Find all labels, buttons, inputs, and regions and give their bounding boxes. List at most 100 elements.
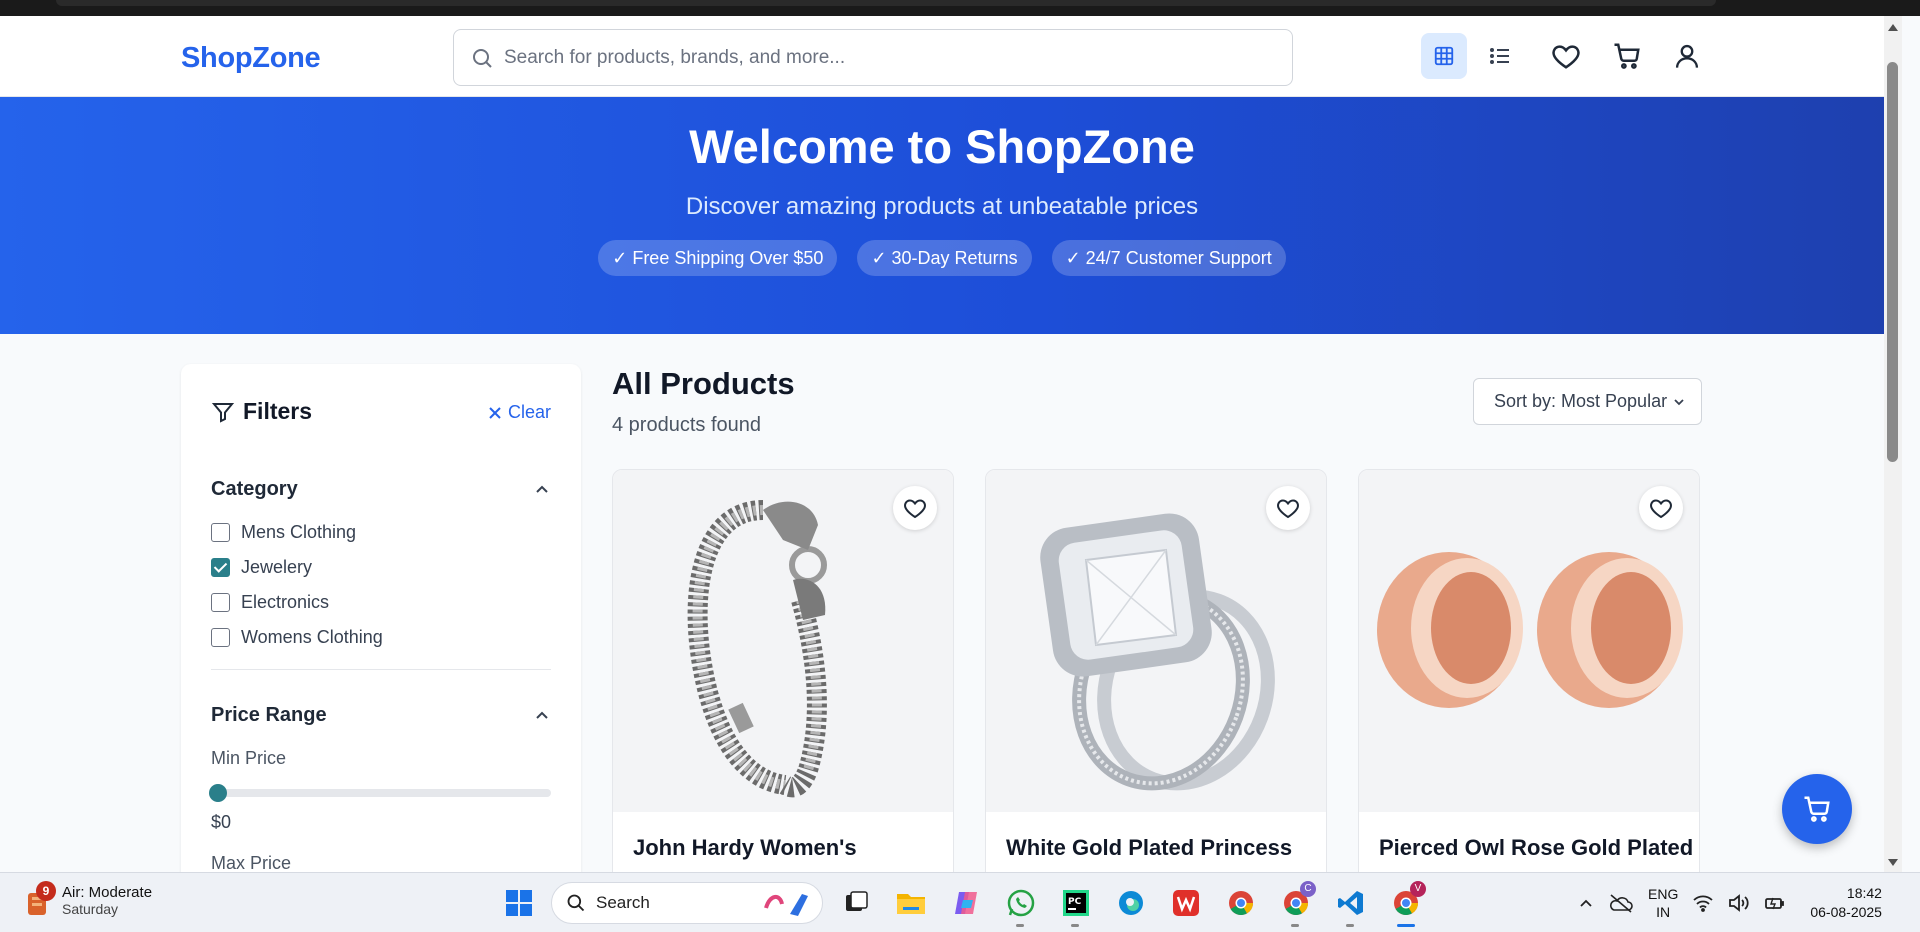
file-explorer-app[interactable] (888, 881, 933, 925)
vscode-app[interactable] (1328, 881, 1373, 927)
profile-badge: V (1410, 881, 1426, 897)
category-option-jewelery[interactable]: Jewelery (211, 557, 312, 578)
windows-taskbar: 9 Air: Moderate Saturday Search PC C V E… (0, 872, 1920, 932)
running-indicator (1071, 924, 1079, 927)
task-view-icon (845, 891, 868, 911)
chevron-down-icon (1674, 398, 1684, 405)
heart-icon (1650, 499, 1672, 519)
floating-cart-button[interactable] (1782, 774, 1852, 844)
list-icon (1490, 48, 1509, 64)
site-logo[interactable]: ShopZone (181, 42, 321, 75)
close-icon (489, 406, 501, 419)
feature-pill-returns: ✓ 30-Day Returns (857, 240, 1032, 276)
whatsapp-icon (1007, 889, 1034, 917)
category-option-womens-clothing[interactable]: Womens Clothing (211, 627, 383, 648)
whatsapp-app[interactable] (998, 881, 1043, 927)
clock[interactable]: 18:42 06-08-2025 (1810, 884, 1882, 922)
cart-button[interactable] (1604, 33, 1650, 79)
feature-pill-shipping: ✓ Free Shipping Over $50 (598, 240, 838, 276)
search-input[interactable] (504, 40, 1264, 76)
running-indicator (1016, 924, 1024, 927)
scrollbar-thumb[interactable] (1887, 62, 1898, 462)
checkbox-checked[interactable] (211, 558, 230, 577)
chevron-up-icon[interactable] (535, 482, 549, 496)
edge-app[interactable] (1108, 881, 1153, 925)
page-scrollbar[interactable] (1884, 16, 1902, 872)
language-indicator[interactable]: ENG IN (1648, 885, 1678, 921)
checkbox[interactable] (211, 523, 230, 542)
product-card[interactable]: White Gold Plated Princess (985, 469, 1327, 872)
language-code: ENG (1648, 886, 1679, 902)
option-label: Womens Clothing (241, 627, 383, 647)
clear-filters-button[interactable]: Clear (488, 402, 551, 423)
grid-view-button[interactable] (1421, 33, 1467, 79)
option-label: Jewelery (241, 557, 313, 577)
chrome-icon (1228, 891, 1253, 916)
taskbar-search-label: Search (596, 893, 650, 912)
cart-icon (1614, 43, 1640, 69)
copilot-app[interactable] (943, 881, 988, 925)
search-icon (473, 49, 492, 68)
scroll-down-arrow-icon[interactable] (1888, 859, 1898, 866)
taskbar-search[interactable]: Search (551, 882, 823, 924)
wifi-icon[interactable] (1692, 894, 1714, 912)
cart-icon (1804, 796, 1830, 822)
sort-label: Sort by: Most Popular (1494, 391, 1668, 411)
heart-icon (1552, 45, 1580, 69)
onedrive-icon[interactable] (1608, 893, 1634, 913)
wps-office-app[interactable] (1163, 881, 1208, 925)
battery-icon[interactable] (1764, 894, 1786, 912)
wishlist-toggle[interactable] (1639, 486, 1683, 530)
chrome-profile-v-app[interactable]: V (1383, 881, 1428, 927)
hero-subtitle: Discover amazing products at unbeatable … (685, 193, 1199, 220)
clock-time: 18:42 (1846, 885, 1882, 901)
hero-banner: Welcome to ShopZone Discover amazing pro… (0, 97, 1884, 334)
vscode-icon (1337, 891, 1363, 915)
task-view-app[interactable] (833, 881, 878, 925)
volume-icon[interactable] (1728, 894, 1750, 912)
system-tray: ENG IN 18:42 06-08-2025 (1578, 881, 1882, 925)
product-name[interactable]: Pierced Owl Rose Gold Plated (1379, 835, 1693, 861)
window-edge (1902, 16, 1920, 872)
chevron-up-icon[interactable] (535, 708, 549, 722)
weather-widget[interactable]: 9 Air: Moderate Saturday (24, 881, 152, 917)
chrome-profile-c-app[interactable]: C (1273, 881, 1318, 927)
hero-features: ✓ Free Shipping Over $50 ✓ 30-Day Return… (0, 240, 1884, 276)
product-card[interactable]: Pierced Owl Rose Gold Plated (1358, 469, 1700, 872)
category-option-mens-clothing[interactable]: Mens Clothing (211, 522, 356, 543)
folder-icon (896, 894, 925, 914)
scroll-up-arrow-icon[interactable] (1888, 24, 1898, 31)
product-name[interactable]: John Hardy Women's (633, 835, 857, 861)
list-view-button[interactable] (1477, 33, 1523, 79)
pycharm-app[interactable]: PC (1053, 881, 1098, 927)
user-icon (1675, 44, 1699, 68)
search-bar[interactable] (453, 29, 1293, 86)
product-name[interactable]: White Gold Plated Princess (1006, 835, 1292, 861)
weather-badge: 9 (36, 881, 56, 901)
edge-icon (1118, 891, 1143, 915)
product-card[interactable]: John Hardy Women's (612, 469, 954, 872)
heart-icon (904, 499, 926, 519)
windows-logo-icon (505, 890, 532, 916)
checkbox[interactable] (211, 628, 230, 647)
weather-day: Saturday (62, 900, 119, 917)
chevron-up-icon[interactable] (1578, 895, 1594, 911)
running-indicator (1346, 924, 1354, 927)
chrome-app[interactable] (1218, 881, 1263, 925)
copilot-icon (954, 892, 977, 914)
wishlist-button[interactable] (1543, 33, 1589, 79)
wishlist-toggle[interactable] (1266, 486, 1310, 530)
profile-badge: C (1300, 881, 1316, 897)
checkbox[interactable] (211, 593, 230, 612)
min-price-slider[interactable] (209, 784, 551, 802)
max-price-label: Max Price (211, 853, 292, 872)
category-option-electronics[interactable]: Electronics (211, 592, 329, 613)
slider-handle[interactable] (209, 784, 227, 802)
wishlist-toggle[interactable] (893, 486, 937, 530)
feature-pill-support: ✓ 24/7 Customer Support (1051, 240, 1286, 276)
sort-dropdown[interactable]: Sort by: Most Popular (1473, 378, 1702, 425)
site-header: ShopZone (0, 16, 1884, 97)
section-divider (211, 669, 551, 670)
start-button[interactable] (496, 881, 541, 925)
account-button[interactable] (1664, 33, 1710, 79)
